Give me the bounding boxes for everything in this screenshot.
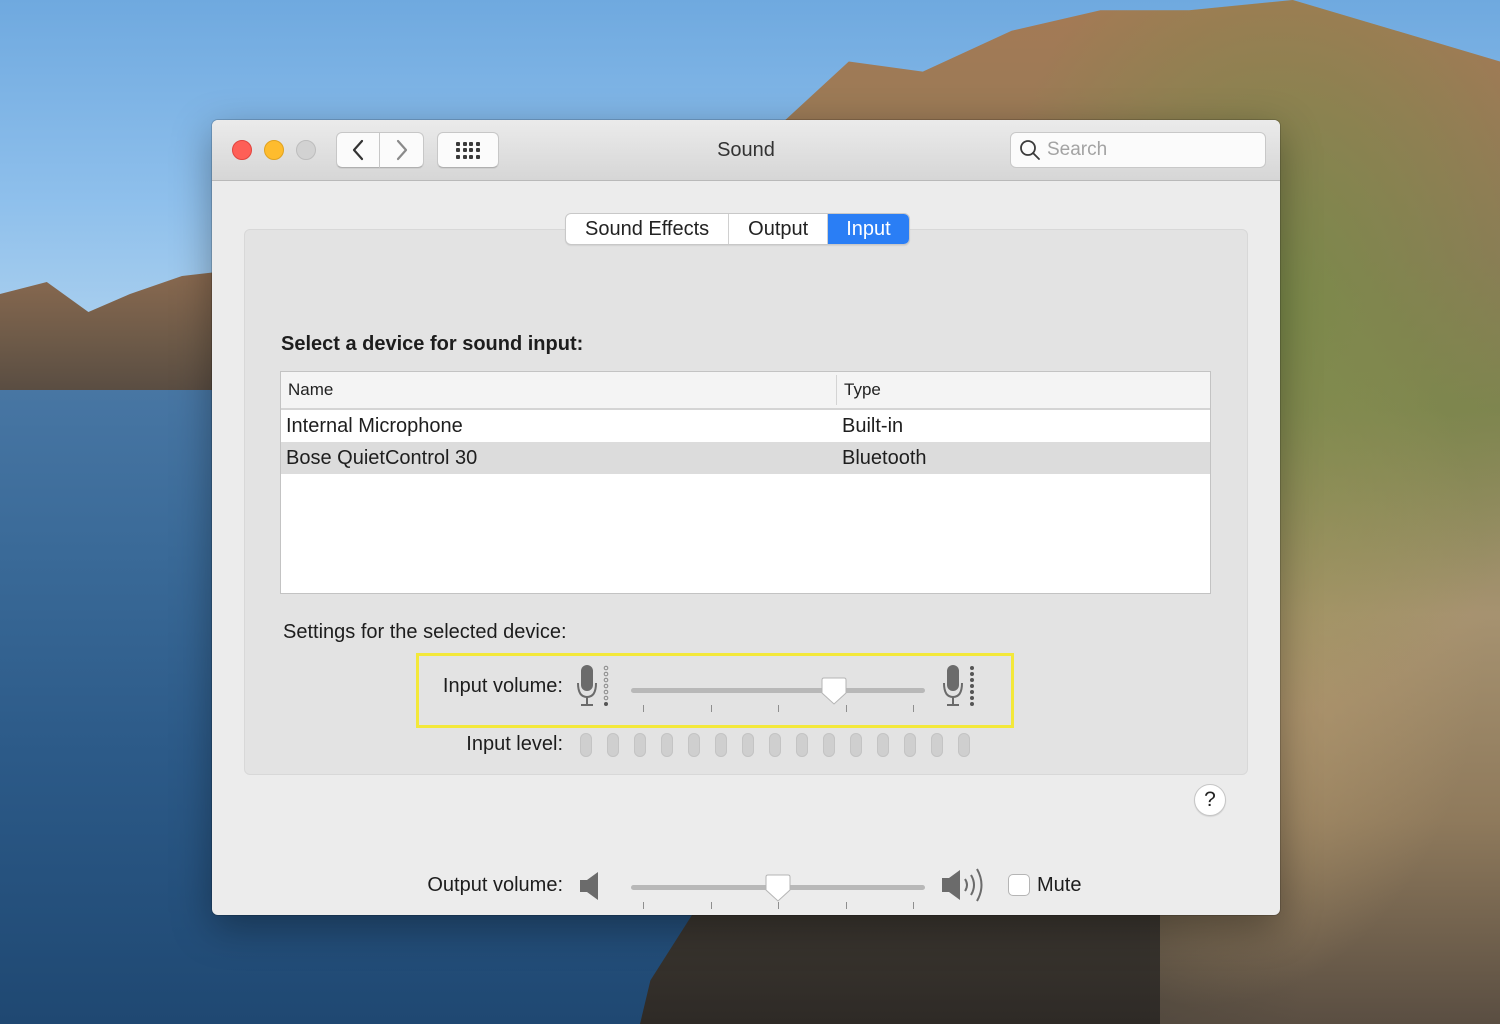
table-header: Name Type	[281, 372, 1210, 410]
slider-thumb[interactable]	[821, 677, 847, 705]
wallpaper-rocks	[640, 915, 1160, 1024]
slider-tick	[710, 902, 712, 909]
input-level-segment	[796, 733, 808, 757]
slider-tick	[778, 705, 779, 712]
microphone-low-icon	[577, 665, 609, 706]
device-type: Bluetooth	[842, 447, 927, 469]
slider-tick	[845, 705, 847, 712]
input-device-table: Name Type Internal Microphone Built-in B…	[280, 371, 1211, 594]
input-level-segment	[607, 733, 619, 757]
grid-icon	[456, 141, 480, 159]
slider-tick	[643, 705, 644, 712]
input-level-segment	[580, 733, 592, 757]
search-field[interactable]	[1010, 132, 1266, 168]
slider-thumb[interactable]	[765, 874, 791, 902]
input-level-segment	[877, 733, 889, 757]
microphone-high-icon	[943, 665, 974, 706]
input-level-segment	[661, 733, 673, 757]
search-icon	[1020, 140, 1040, 160]
device-section-label: Select a device for sound input:	[281, 333, 584, 355]
input-level-segment	[850, 733, 862, 757]
slider-tick	[913, 902, 914, 909]
tab-input[interactable]: Input	[828, 214, 909, 244]
column-header-type[interactable]: Type	[837, 372, 881, 408]
slider-tick	[778, 902, 779, 909]
tab-sound-effects[interactable]: Sound Effects	[566, 214, 730, 244]
input-volume-label: Input volume:	[442, 675, 563, 697]
slider-tick	[845, 902, 847, 909]
column-header-name[interactable]: Name	[281, 375, 837, 405]
device-type: Built-in	[842, 415, 904, 437]
table-row-selected[interactable]: Bose QuietControl 30 Bluetooth	[281, 442, 1210, 474]
input-level-segment	[634, 733, 646, 757]
tab-bar: Sound Effects Output Input	[565, 213, 910, 245]
sound-preferences-window: Sound Sound Effects Output Input Select …	[212, 120, 1280, 915]
slider-tick	[913, 705, 914, 712]
input-level-segment	[958, 733, 970, 757]
input-level-meter	[580, 733, 970, 757]
back-button[interactable]	[336, 132, 380, 168]
title-bar: Sound	[212, 120, 1280, 181]
preferences-content: Sound Effects Output Input Select a devi…	[212, 181, 1280, 915]
table-row[interactable]: Internal Microphone Built-in	[281, 410, 1210, 442]
output-volume-slider[interactable]	[631, 874, 925, 914]
device-name: Internal Microphone	[286, 415, 463, 437]
mute-label[interactable]: Mute	[1037, 874, 1081, 897]
input-level-segment	[823, 733, 835, 757]
forward-button[interactable]	[380, 132, 424, 168]
input-volume-slider[interactable]	[631, 677, 925, 717]
zoom-button[interactable]	[296, 140, 316, 160]
settings-section-label: Settings for the selected device:	[283, 621, 567, 643]
chevron-left-icon	[352, 139, 364, 161]
input-level-segment	[715, 733, 727, 757]
input-level-segment	[688, 733, 700, 757]
device-name: Bose QuietControl 30	[286, 447, 478, 469]
mute-checkbox[interactable]	[1008, 874, 1030, 896]
speaker-high-icon	[942, 868, 983, 902]
input-level-segment	[769, 733, 781, 757]
help-button[interactable]: ?	[1194, 784, 1226, 816]
chevron-right-icon	[396, 139, 407, 161]
navigation-buttons	[336, 132, 424, 168]
output-volume-label: Output volume:	[427, 874, 563, 896]
speaker-low-icon	[580, 872, 598, 900]
input-level-label: Input level:	[466, 733, 563, 755]
tab-output[interactable]: Output	[729, 214, 829, 244]
input-level-segment	[742, 733, 754, 757]
show-all-button[interactable]	[437, 132, 499, 168]
close-button[interactable]	[232, 140, 252, 160]
input-level-segment	[904, 733, 916, 757]
input-level-segment	[931, 733, 943, 757]
slider-tick	[643, 902, 644, 909]
minimize-button[interactable]	[264, 140, 284, 160]
slider-track	[631, 688, 925, 693]
search-input[interactable]	[1047, 139, 1247, 161]
slider-tick	[710, 705, 712, 712]
